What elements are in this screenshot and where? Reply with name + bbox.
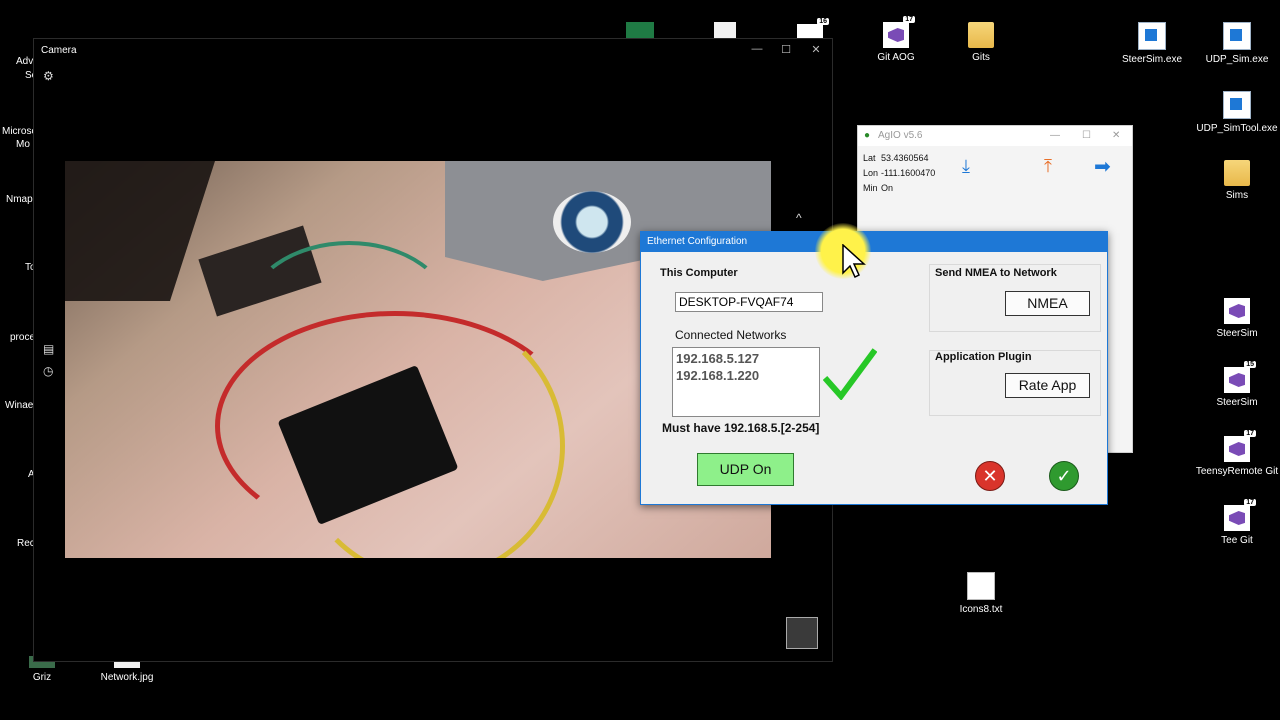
list-item[interactable]: 192.168.1.220 [676, 367, 816, 384]
lon-row: Lon -111.1600470 [863, 168, 935, 178]
icon-label: Icons8.txt [959, 604, 1003, 615]
nmea-button[interactable]: NMEA [1005, 291, 1090, 316]
minimize-button[interactable]: — [1050, 130, 1060, 141]
min-value: On [881, 183, 894, 193]
icon-label: UDP_Sim.exe [1205, 54, 1269, 65]
min-row: Min On [863, 183, 893, 193]
close-button[interactable]: ✕ [807, 43, 825, 56]
badge: 16 [817, 18, 829, 25]
icon-label: TeensyRemote Git [1195, 466, 1279, 477]
desktop-icon-icons8[interactable]: Icons8.txt [936, 572, 1026, 615]
lat-row: Lat 53.4360564 [863, 153, 929, 163]
exe-icon [1223, 22, 1251, 50]
download-icon[interactable]: ⤓ [962, 156, 970, 177]
desktop-icon-sims[interactable]: Sims [1192, 160, 1280, 201]
desktop-icon-tee-git[interactable]: 17 Tee Git [1192, 499, 1280, 546]
visual-studio-icon: 17 [883, 16, 915, 48]
icon-label: SteerSim.exe [1121, 54, 1183, 65]
this-computer-label: This Computer [660, 267, 738, 279]
exe-icon [1223, 91, 1251, 119]
dialog-titlebar[interactable]: Ethernet Configuration [641, 232, 1107, 252]
desktop-icon-steersim[interactable]: SteerSim [1192, 298, 1280, 339]
desktop-icon-udp-simtool-exe[interactable]: UDP_SimTool.exe [1192, 91, 1280, 134]
desktop-icon-steersim-15[interactable]: 15 SteerSim [1192, 361, 1280, 408]
visual-studio-icon [1224, 298, 1250, 324]
collapse-caret-icon[interactable]: ^ [796, 211, 802, 225]
forward-arrow-icon[interactable]: ➡ [1094, 154, 1111, 179]
exe-icon [1138, 22, 1166, 50]
icon-label: UDP_SimTool.exe [1196, 123, 1278, 134]
send-nmea-label: Send NMEA to Network [935, 267, 1057, 279]
minimize-button[interactable]: — [748, 43, 766, 55]
connected-networks-list[interactable]: 192.168.5.127 192.168.1.220 [672, 347, 820, 417]
min-label: Min [863, 183, 878, 193]
lon-value: -111.1600470 [881, 168, 936, 178]
folder-icon [968, 22, 994, 48]
maximize-button[interactable]: ☐ [1082, 130, 1091, 141]
icon-label: Gits [972, 52, 990, 63]
folder-icon [1224, 160, 1250, 186]
visual-studio-icon: 17 [1224, 499, 1256, 531]
window-count-icon[interactable]: 16 [797, 18, 829, 38]
window-title: Camera [41, 45, 77, 56]
desktop-label-partial: Nmap [6, 194, 33, 205]
agio-app-icon: ● [864, 130, 871, 141]
laptop-sticker [553, 191, 631, 253]
settings-gear-icon[interactable]: ⚙ [43, 69, 54, 83]
lat-value: 53.4360564 [881, 153, 929, 163]
icon-label: Sims [1225, 190, 1249, 201]
icon-label: SteerSim [1216, 397, 1258, 408]
badge: 15 [1244, 361, 1256, 368]
timer-icon[interactable]: ◷ [43, 364, 53, 378]
icon-label: SteerSim [1216, 328, 1258, 339]
desktop-label-partial: Adv [16, 56, 34, 67]
close-button[interactable]: ✕ [1112, 130, 1120, 141]
text-file-icon [967, 572, 995, 600]
connected-networks-label: Connected Networks [675, 328, 787, 342]
icon-label: Griz [32, 672, 52, 683]
icon-label: Tee Git [1221, 535, 1253, 546]
photo-mode-icon[interactable]: ▤ [43, 342, 54, 356]
file-icon[interactable] [714, 22, 736, 38]
desktop-label-partial: proce [10, 332, 36, 343]
upload-icon[interactable]: ⤒ [1044, 156, 1052, 177]
window-title: AgIO v5.6 [878, 130, 923, 141]
computer-name-field[interactable]: DESKTOP-FVQAF74 [675, 292, 823, 312]
desktop-label-partial: Mo [16, 139, 30, 150]
take-photo-button[interactable] [786, 617, 818, 649]
desktop-icon-git-aog[interactable]: 17 Git AOG [851, 16, 941, 63]
desktop-icon-udp-sim-exe[interactable]: UDP_Sim.exe [1192, 22, 1280, 65]
chair-shadow [65, 161, 215, 301]
ok-button[interactable]: ✓ [1049, 461, 1079, 491]
visual-studio-icon: 17 [1224, 430, 1256, 462]
ethernet-configuration-dialog[interactable]: Ethernet Configuration This Computer DES… [640, 231, 1108, 505]
must-have-text: Must have 192.168.5.[2-254] [662, 421, 820, 435]
udp-on-button[interactable]: UDP On [697, 453, 794, 486]
lat-label: Lat [863, 153, 876, 163]
badge: 17 [903, 16, 915, 23]
checkmark-icon [823, 348, 877, 400]
icon-label: Network.jpg [100, 672, 154, 683]
list-item[interactable]: 192.168.5.127 [676, 350, 816, 367]
lon-label: Lon [863, 168, 879, 178]
green-cable [245, 241, 453, 389]
icon-label: Git AOG [877, 52, 915, 63]
visual-studio-icon: 15 [1224, 361, 1256, 393]
rate-app-button[interactable]: Rate App [1005, 373, 1090, 398]
desktop-label-partial: Winae [5, 400, 34, 411]
badge: 17 [1244, 430, 1256, 437]
maximize-button[interactable]: ☐ [777, 43, 795, 56]
mouse-cursor-icon [842, 244, 866, 279]
badge: 17 [1244, 499, 1256, 506]
desktop-icon-gits[interactable]: Gits [936, 22, 1026, 63]
excel-file-icon[interactable] [626, 22, 654, 38]
application-plugin-label: Application Plugin [935, 351, 1032, 363]
desktop-icon-teensyremote-git[interactable]: 17 TeensyRemote Git [1192, 430, 1280, 477]
desktop-label-partial: Microso [2, 126, 38, 137]
agio-titlebar[interactable]: ● AgIO v5.6 — ☐ ✕ [858, 126, 1132, 146]
desktop-icon-steersim-exe[interactable]: SteerSim.exe [1107, 22, 1197, 65]
cancel-button[interactable]: ✕ [975, 461, 1005, 491]
